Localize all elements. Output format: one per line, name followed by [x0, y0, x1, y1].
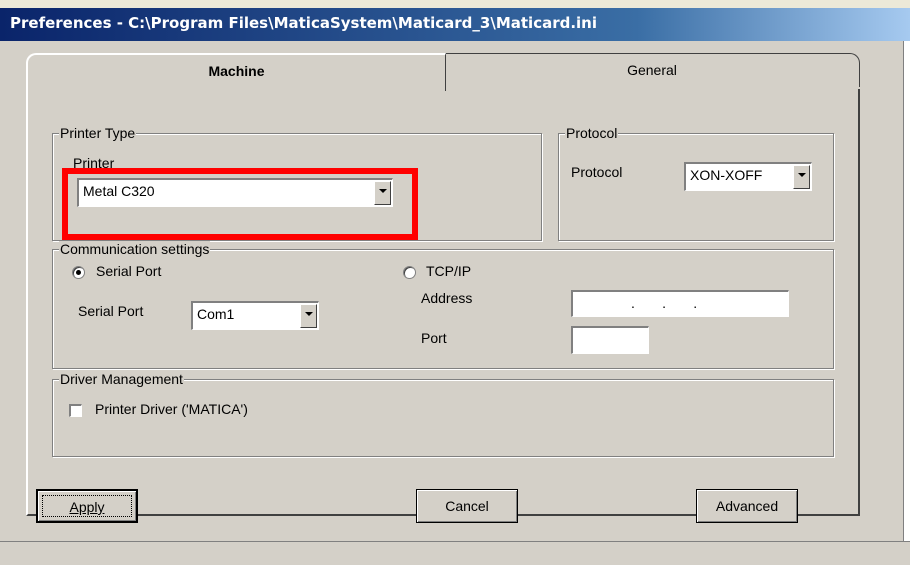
port-label: Port — [421, 330, 447, 346]
printer-type-legend: Printer Type — [59, 125, 137, 141]
communication-settings-group: Communication settings Serial Port TCP/I… — [52, 241, 834, 369]
apply-button[interactable]: Apply — [36, 489, 138, 523]
printer-dropdown-arrow-icon[interactable] — [374, 181, 391, 205]
driver-management-group: Driver Management Printer Driver ('MATIC… — [52, 371, 834, 457]
window-title: Preferences - C:\Program Files\MaticaSys… — [10, 14, 598, 32]
tab-general-label: General — [627, 62, 677, 78]
tab-machine-label: Machine — [208, 63, 265, 79]
serial-port-dropdown-arrow-icon[interactable] — [300, 304, 317, 328]
ip-address-value: . . . — [631, 295, 698, 311]
printer-type-group: Printer Type Printer Metal C320 — [52, 125, 542, 241]
title-bar: Preferences - C:\Program Files\MaticaSys… — [0, 8, 910, 41]
cancel-button[interactable]: Cancel — [416, 489, 518, 523]
tab-panel-machine: Printer Type Printer Metal C320 Protocol… — [26, 89, 860, 516]
dialog-client-area: Machine General Printer Type Printer Met… — [0, 41, 910, 541]
printer-select-value: Metal C320 — [83, 183, 155, 199]
protocol-group: Protocol Protocol XON-XOFF — [558, 125, 834, 241]
printer-driver-checkbox-label[interactable]: Printer Driver ('MATICA') — [95, 401, 248, 417]
window-right-edge — [903, 41, 910, 541]
serial-port-radio[interactable] — [72, 266, 85, 279]
printer-driver-checkbox[interactable] — [69, 404, 82, 417]
tab-general[interactable]: General — [444, 53, 860, 87]
cancel-button-label: Cancel — [445, 498, 489, 514]
serial-port-select[interactable]: Com1 — [191, 301, 319, 330]
tcp-ip-radio-label[interactable]: TCP/IP — [426, 263, 471, 279]
serial-port-label: Serial Port — [78, 303, 144, 319]
serial-port-select-value: Com1 — [197, 306, 235, 322]
apply-button-label: Apply — [69, 499, 105, 515]
driver-management-legend: Driver Management — [59, 371, 184, 387]
protocol-select-value: XON-XOFF — [690, 167, 763, 183]
port-field[interactable] — [571, 326, 649, 354]
advanced-button[interactable]: Advanced — [696, 489, 798, 523]
protocol-dropdown-arrow-icon[interactable] — [793, 165, 810, 189]
advanced-button-label: Advanced — [715, 498, 779, 514]
protocol-legend: Protocol — [565, 125, 619, 141]
serial-port-radio-label[interactable]: Serial Port — [96, 263, 161, 279]
communication-legend: Communication settings — [59, 241, 211, 257]
printer-select[interactable]: Metal C320 — [77, 178, 393, 207]
tcp-ip-radio[interactable] — [403, 266, 416, 279]
status-bar — [0, 541, 910, 565]
tab-machine[interactable]: Machine — [26, 53, 446, 91]
address-label: Address — [421, 290, 473, 306]
protocol-select[interactable]: XON-XOFF — [684, 162, 812, 191]
protocol-label: Protocol — [571, 164, 623, 180]
ip-address-field[interactable]: . . . — [571, 290, 789, 317]
printer-label: Printer — [73, 155, 115, 171]
